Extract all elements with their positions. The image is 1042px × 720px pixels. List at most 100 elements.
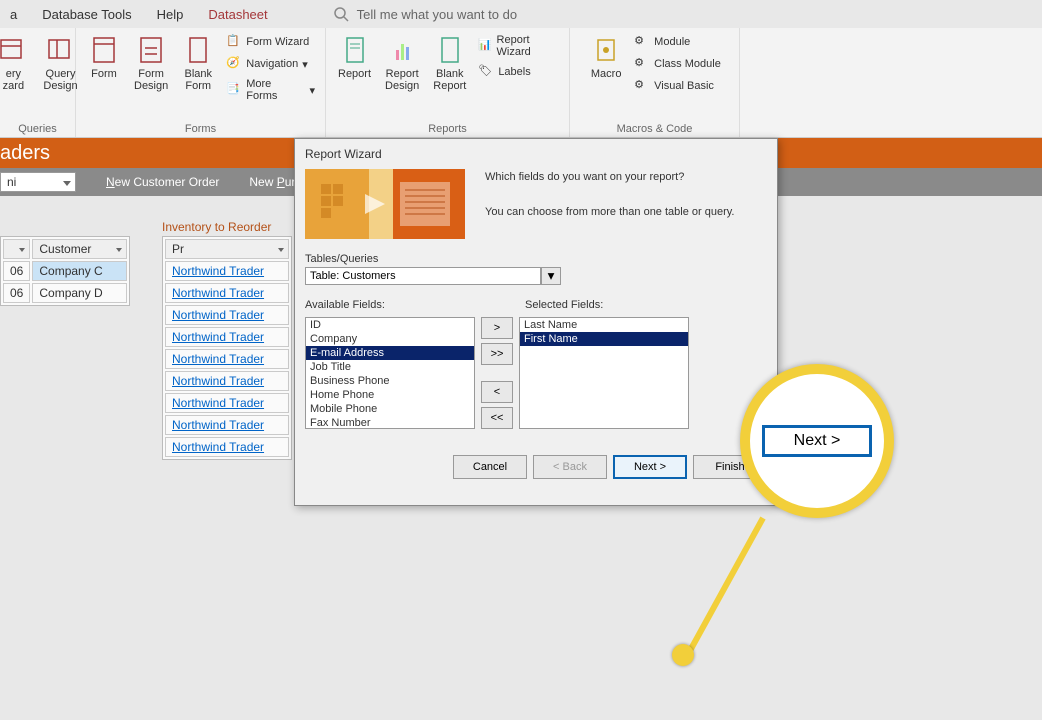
navigation-button[interactable]: 🧭Navigation ▾ bbox=[224, 54, 317, 74]
query-wizard-button[interactable]: ery zard bbox=[0, 32, 33, 94]
ribbon-group-reports: Report Report Design Blank Report 📊Repor… bbox=[326, 28, 570, 137]
list-item[interactable]: E-mail Address bbox=[306, 346, 474, 360]
report-design-button[interactable]: Report Design bbox=[381, 32, 423, 94]
labels-button[interactable]: 🏷 Labels bbox=[476, 62, 561, 82]
class-module-button[interactable]: ⚙ Class Module bbox=[632, 54, 723, 74]
menu-help[interactable]: Help bbox=[157, 7, 184, 22]
tables-queries-combo[interactable] bbox=[305, 267, 541, 285]
list-item[interactable]: Mobile Phone bbox=[306, 402, 474, 416]
macro-button[interactable]: Macro bbox=[586, 32, 626, 82]
product-link[interactable]: Northwind Trader bbox=[172, 286, 264, 300]
cell[interactable]: Northwind Trader bbox=[165, 349, 289, 369]
wizard-question-1: Which fields do you want on your report? bbox=[485, 169, 767, 187]
module-button[interactable]: ⚙Module bbox=[632, 32, 723, 52]
wizard-question-2: You can choose from more than one table … bbox=[485, 204, 767, 222]
tell-me-label: Tell me what you want to do bbox=[357, 7, 517, 22]
blank-report-icon bbox=[434, 34, 466, 66]
list-item[interactable]: Fax Number bbox=[306, 416, 474, 429]
menu-datasheet[interactable]: Datasheet bbox=[208, 7, 267, 22]
cell[interactable]: Northwind Trader bbox=[165, 415, 289, 435]
labels-icon: 🏷 bbox=[478, 64, 494, 80]
blank-report-button[interactable]: Blank Report bbox=[429, 32, 470, 94]
ribbon-group-reports-label: Reports bbox=[428, 121, 467, 137]
visual-basic-button[interactable]: ⚙Visual Basic bbox=[632, 76, 723, 96]
tell-me-search[interactable]: Tell me what you want to do bbox=[333, 6, 517, 22]
navigation-icon: 🧭 bbox=[226, 56, 242, 72]
add-all-fields-button[interactable]: >> bbox=[481, 343, 513, 365]
report-icon bbox=[339, 34, 371, 66]
menu-database-tools[interactable]: Database Tools bbox=[42, 7, 131, 22]
list-item[interactable]: Home Phone bbox=[306, 388, 474, 402]
report-button[interactable]: Report bbox=[334, 32, 375, 82]
col-product[interactable]: Pr bbox=[165, 239, 289, 259]
query-wizard-icon bbox=[0, 34, 29, 66]
product-link[interactable]: Northwind Trader bbox=[172, 396, 264, 410]
labels-label: Labels bbox=[498, 66, 530, 78]
cell[interactable]: Company D bbox=[32, 283, 127, 303]
filter-combo-value: ni bbox=[7, 175, 16, 189]
remove-field-button[interactable]: < bbox=[481, 381, 513, 403]
menu-data[interactable]: a bbox=[10, 7, 17, 22]
form-wizard-button[interactable]: 📋Form Wizard bbox=[224, 32, 317, 52]
report-label: Report bbox=[338, 68, 371, 80]
blank-form-icon bbox=[182, 34, 214, 66]
cell[interactable]: Northwind Trader bbox=[165, 437, 289, 457]
product-link[interactable]: Northwind Trader bbox=[172, 440, 264, 454]
report-design-icon bbox=[386, 34, 418, 66]
product-link[interactable]: Northwind Trader bbox=[172, 264, 264, 278]
list-item[interactable]: Company bbox=[306, 332, 474, 346]
cell[interactable]: Northwind Trader bbox=[165, 261, 289, 281]
selected-fields-label: Selected Fields: bbox=[525, 299, 603, 311]
product-link[interactable]: Northwind Trader bbox=[172, 374, 264, 388]
cell[interactable]: Northwind Trader bbox=[165, 283, 289, 303]
selected-fields-listbox[interactable]: Last NameFirst Name bbox=[519, 317, 689, 429]
back-button[interactable]: < Back bbox=[533, 455, 607, 479]
cell[interactable]: 06 bbox=[3, 261, 30, 281]
magnified-next-button: Next > bbox=[762, 425, 872, 457]
col-blank[interactable] bbox=[3, 239, 30, 259]
product-grid[interactable]: Pr Northwind Trader Northwind Trader North… bbox=[162, 236, 292, 460]
filter-combo[interactable]: ni bbox=[0, 172, 76, 192]
report-wizard-button[interactable]: 📊Report Wizard bbox=[476, 32, 561, 60]
product-link[interactable]: Northwind Trader bbox=[172, 418, 264, 432]
tables-queries-dropdown-button[interactable]: ▾ bbox=[541, 267, 561, 285]
ribbon-group-forms-label: Forms bbox=[185, 121, 216, 137]
class-module-icon: ⚙ bbox=[634, 56, 650, 72]
col-customer[interactable]: Customer bbox=[32, 239, 127, 259]
list-item[interactable]: Business Phone bbox=[306, 374, 474, 388]
product-link[interactable]: Northwind Trader bbox=[172, 352, 264, 366]
callout-dot bbox=[672, 644, 694, 666]
cell[interactable]: Northwind Trader bbox=[165, 305, 289, 325]
form-icon bbox=[88, 34, 120, 66]
cell[interactable]: Company C bbox=[32, 261, 127, 281]
menu-bar: a Database Tools Help Datasheet Tell me … bbox=[0, 0, 1042, 28]
form-design-button[interactable]: Form Design bbox=[130, 32, 172, 94]
cell[interactable]: 06 bbox=[3, 283, 30, 303]
report-design-label: Report Design bbox=[385, 68, 419, 92]
available-fields-listbox[interactable]: IDCompanyE-mail AddressJob TitleBusiness… bbox=[305, 317, 475, 429]
list-item[interactable]: Last Name bbox=[520, 318, 688, 332]
cell[interactable]: Northwind Trader bbox=[165, 371, 289, 391]
cancel-button[interactable]: Cancel bbox=[453, 455, 527, 479]
product-link[interactable]: Northwind Trader bbox=[172, 308, 264, 322]
form-button[interactable]: Form bbox=[84, 32, 124, 82]
more-forms-button[interactable]: 📑More Forms ▾ bbox=[224, 76, 317, 104]
cell[interactable]: Northwind Trader bbox=[165, 393, 289, 413]
available-fields-label: Available Fields: bbox=[305, 299, 475, 311]
visual-basic-icon: ⚙ bbox=[634, 78, 650, 94]
list-item[interactable]: Job Title bbox=[306, 360, 474, 374]
new-customer-order-link[interactable]: New Customer Order bbox=[106, 175, 219, 189]
add-field-button[interactable]: > bbox=[481, 317, 513, 339]
customer-grid[interactable]: Customer 06Company C 06Company D bbox=[0, 236, 130, 306]
remove-all-fields-button[interactable]: << bbox=[481, 407, 513, 429]
cell[interactable]: Northwind Trader bbox=[165, 327, 289, 347]
class-module-label: Class Module bbox=[654, 58, 721, 70]
list-item[interactable]: First Name bbox=[520, 332, 688, 346]
module-label: Module bbox=[654, 36, 690, 48]
blank-form-button[interactable]: Blank Form bbox=[178, 32, 218, 94]
product-link[interactable]: Northwind Trader bbox=[172, 330, 264, 344]
next-button[interactable]: Next > bbox=[613, 455, 687, 479]
ribbon-group-macros-label: Macros & Code bbox=[617, 121, 693, 137]
list-item[interactable]: ID bbox=[306, 318, 474, 332]
report-wizard-icon: 📊 bbox=[478, 38, 492, 54]
